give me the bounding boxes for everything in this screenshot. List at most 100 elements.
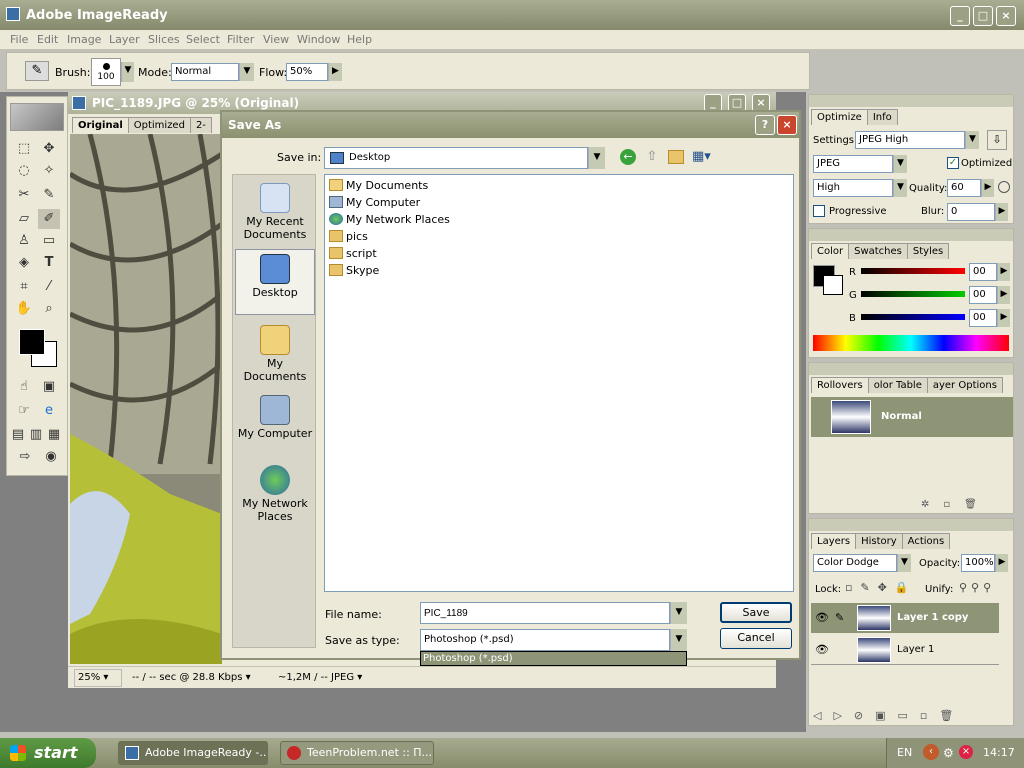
lasso-tool-icon[interactable]: ◌ bbox=[13, 161, 35, 181]
blue-input[interactable]: 00 bbox=[969, 309, 997, 327]
color-background-swatch[interactable] bbox=[823, 275, 843, 295]
eyedropper-icon[interactable]: ⁄ bbox=[38, 277, 60, 297]
menu-file[interactable]: File bbox=[10, 33, 28, 46]
brush-tool-icon[interactable]: ✎ bbox=[25, 61, 49, 81]
maximize-button[interactable]: □ bbox=[973, 6, 993, 26]
save-as-type-dropdown-arrow[interactable]: ▼ bbox=[670, 629, 687, 651]
paintbrush-tool-icon[interactable]: ✐ bbox=[38, 209, 60, 229]
brush-preview[interactable]: 100 bbox=[91, 58, 121, 86]
image-map-icon[interactable]: ▣ bbox=[38, 377, 60, 397]
task-opera[interactable]: TeenProblem.net :: П... bbox=[280, 741, 434, 765]
brush-dropdown-arrow[interactable]: ▼ bbox=[121, 62, 134, 82]
visibility-eye-icon[interactable]: 👁 bbox=[815, 643, 829, 656]
up-folder-icon[interactable]: ⇧ bbox=[644, 149, 660, 165]
tab-history[interactable]: History bbox=[855, 533, 903, 549]
menu-image[interactable]: Image bbox=[67, 33, 101, 46]
green-input[interactable]: 00 bbox=[969, 286, 997, 304]
eraser-icon[interactable]: ▱ bbox=[13, 209, 35, 229]
tab-color-table[interactable]: olor Table bbox=[867, 377, 928, 393]
tab-layer-options[interactable]: ayer Options bbox=[926, 377, 1003, 393]
menu-slices[interactable]: Slices bbox=[148, 33, 180, 46]
screen-mode-3-icon[interactable]: ▦ bbox=[45, 425, 63, 445]
start-button[interactable]: start bbox=[0, 738, 96, 768]
dialog-close-button[interactable]: × bbox=[777, 115, 797, 135]
save-as-type-select[interactable]: Photoshop (*.psd) bbox=[420, 629, 670, 651]
blend-mode-select[interactable]: Color Dodge bbox=[813, 554, 897, 572]
skype-tray-icon[interactable]: × bbox=[959, 745, 973, 759]
quality-input[interactable]: 60 bbox=[947, 179, 981, 197]
format-dropdown-arrow[interactable]: ▼ bbox=[893, 155, 907, 173]
jump-to-photoshop-icon[interactable]: ⇨ bbox=[13, 447, 37, 467]
tab-info[interactable]: Info bbox=[866, 109, 898, 125]
blue-arrow[interactable]: ▶ bbox=[997, 309, 1010, 327]
layer-row-layer-1[interactable]: 👁 Layer 1 bbox=[811, 635, 999, 665]
list-item[interactable]: Skype bbox=[329, 263, 379, 279]
red-slider[interactable] bbox=[861, 268, 965, 274]
tab-optimized[interactable]: Optimized bbox=[127, 117, 191, 133]
rollover-tool-icon[interactable]: ☝ bbox=[13, 377, 35, 397]
tab-rollovers[interactable]: Rollovers bbox=[811, 377, 869, 393]
type-tool-icon[interactable]: T bbox=[38, 253, 60, 273]
quality-mask-icon[interactable] bbox=[998, 181, 1010, 193]
screen-mode-1-icon[interactable]: ▤ bbox=[9, 425, 27, 445]
menu-layer[interactable]: Layer bbox=[109, 33, 140, 46]
tab-color[interactable]: Color bbox=[811, 243, 850, 259]
new-folder-icon[interactable] bbox=[668, 150, 684, 164]
zoom-select[interactable]: 25% ▾ bbox=[74, 669, 122, 687]
file-size-select[interactable]: ~1,2M / -- JPEG ▾ bbox=[278, 672, 362, 683]
list-item[interactable]: script bbox=[329, 246, 377, 262]
progressive-checkbox[interactable] bbox=[813, 205, 825, 217]
back-arrow-icon[interactable]: ← bbox=[620, 149, 636, 165]
quality-preset-select[interactable]: High bbox=[813, 179, 893, 197]
save-as-type-option[interactable]: Photoshop (*.psd) bbox=[420, 651, 687, 666]
layer-row-layer-1-copy[interactable]: 👁 ✎ Layer 1 copy bbox=[811, 603, 999, 633]
stamp-tool-icon[interactable]: ♙ bbox=[13, 231, 35, 251]
hand-tool-icon[interactable]: ✋ bbox=[13, 299, 35, 319]
menu-view[interactable]: View bbox=[263, 33, 289, 46]
blue-slider[interactable] bbox=[861, 314, 965, 320]
browser-preview-icon[interactable]: e bbox=[38, 401, 60, 421]
tab-optimize[interactable]: Optimize bbox=[811, 109, 868, 125]
tab-actions[interactable]: Actions bbox=[901, 533, 951, 549]
menu-edit[interactable]: Edit bbox=[37, 33, 58, 46]
format-select[interactable]: JPEG bbox=[813, 155, 893, 173]
download-speed-select[interactable]: -- / -- sec @ 28.8 Kbps ▾ bbox=[132, 672, 251, 683]
cancel-button[interactable]: Cancel bbox=[720, 628, 792, 649]
web-safe-icon[interactable]: ◉ bbox=[40, 447, 62, 467]
move-tool-icon[interactable]: ✥ bbox=[38, 139, 60, 159]
list-item[interactable]: My Computer bbox=[329, 195, 420, 211]
preview-tool-icon[interactable]: ☞ bbox=[13, 401, 35, 421]
save-button[interactable]: Save bbox=[720, 602, 792, 623]
save-in-select[interactable]: Desktop bbox=[324, 147, 588, 169]
tab-original[interactable]: Original bbox=[72, 117, 129, 133]
tab-layers[interactable]: Layers bbox=[811, 533, 857, 549]
task-imageready[interactable]: Adobe ImageReady -... bbox=[118, 741, 268, 765]
visibility-eye-icon[interactable]: 👁 bbox=[815, 611, 829, 624]
tab-2-up[interactable]: 2- bbox=[189, 117, 212, 133]
green-slider[interactable] bbox=[861, 291, 965, 297]
flow-slider-arrow[interactable]: ▶ bbox=[328, 63, 342, 81]
blur-slider-arrow[interactable]: ▶ bbox=[995, 203, 1008, 221]
close-button[interactable]: × bbox=[996, 6, 1016, 26]
tray-arrow-icon[interactable]: ‹ bbox=[923, 744, 939, 760]
slice-tool-icon[interactable]: ✂ bbox=[13, 185, 35, 205]
filename-dropdown-arrow[interactable]: ▼ bbox=[670, 602, 687, 624]
filename-input[interactable] bbox=[420, 602, 670, 624]
network-tray-icon[interactable]: ⚙ bbox=[943, 746, 954, 760]
green-arrow[interactable]: ▶ bbox=[997, 286, 1010, 304]
menu-filter[interactable]: Filter bbox=[227, 33, 254, 46]
unify-options-icons[interactable]: ⚲⚲⚲ bbox=[959, 581, 995, 594]
optimized-checkbox[interactable]: ✓ bbox=[947, 157, 959, 169]
tab-swatches[interactable]: Swatches bbox=[848, 243, 908, 259]
brush-icon[interactable]: ✎ bbox=[38, 185, 60, 205]
magic-wand-icon[interactable]: ✧ bbox=[38, 161, 60, 181]
place-recent-documents[interactable]: My Recent Documents bbox=[235, 179, 315, 245]
optimize-menu-icon[interactable]: ⇩ bbox=[987, 130, 1007, 150]
bucket-tool-icon[interactable]: ◈ bbox=[13, 253, 35, 273]
file-list[interactable]: My Documents My Computer My Network Plac… bbox=[324, 174, 794, 592]
lock-options-icons[interactable]: ▫✎✥🔒 bbox=[845, 581, 917, 594]
flow-input[interactable]: 50% bbox=[286, 63, 328, 81]
quality-slider-arrow[interactable]: ▶ bbox=[981, 179, 994, 197]
tab-styles[interactable]: Styles bbox=[906, 243, 950, 259]
rollover-panel-buttons[interactable]: ✲▫🗑 bbox=[921, 499, 991, 510]
